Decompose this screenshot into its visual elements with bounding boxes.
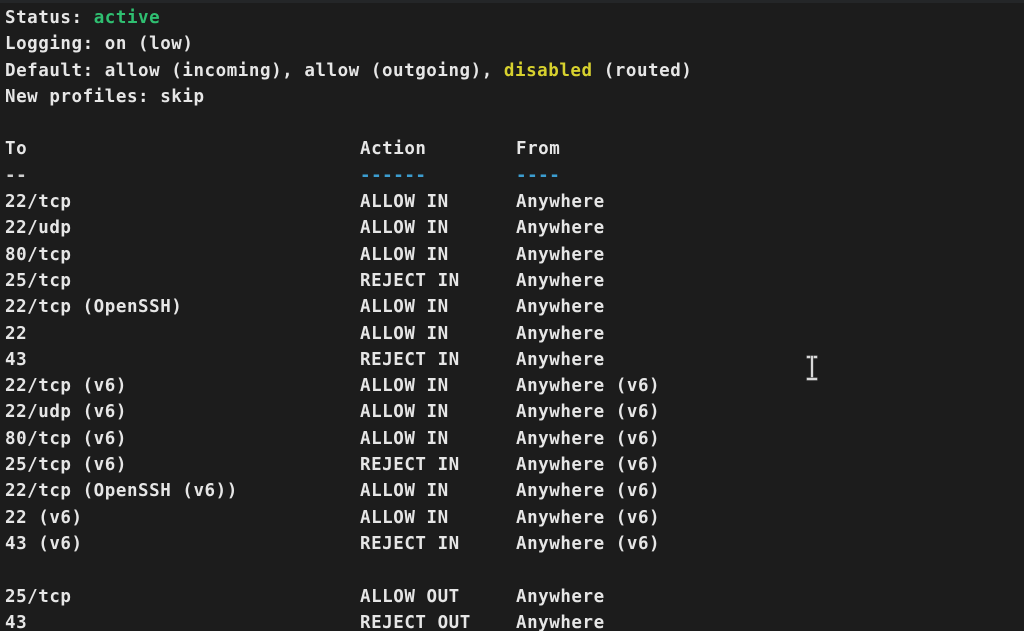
rows_in-action-10: REJECT IN — [360, 455, 460, 476]
rows_out-to-1: 43 — [5, 612, 28, 631]
column-header-action: Action — [360, 139, 427, 160]
rows_in-to-5: 22 — [5, 323, 28, 344]
table-row: 22 ALLOW IN Anywhere — [5, 321, 1024, 347]
rows_in-action-11: ALLOW IN — [360, 481, 449, 502]
rows_out-action-0: ALLOW OUT — [360, 586, 460, 607]
status-value: active — [93, 8, 161, 28]
rows_in-from-13: Anywhere (v6) — [516, 533, 661, 554]
column-header-to: To — [5, 139, 28, 160]
rows_in-from-3: Anywhere — [516, 270, 605, 291]
column-separator-action: ------ — [360, 165, 427, 186]
rows_in-to-11: 22/tcp (OpenSSH (v6)) — [5, 481, 238, 502]
table-row: 22/tcp (OpenSSH (v6)) ALLOW IN Anywhere (v… — [5, 478, 1024, 504]
rows_in-to-7: 22/tcp (v6) — [5, 376, 127, 397]
status-line: Status: active — [5, 5, 1024, 31]
logging-label: Logging: — [5, 34, 94, 55]
rows_in-to-1: 22/udp — [5, 218, 72, 239]
default-incoming-value: allow (incoming), — [104, 60, 294, 81]
rows_in-from-2: Anywhere — [516, 244, 605, 265]
rows_in-from-9: Anywhere (v6) — [516, 428, 661, 449]
rows_in-from-5: Anywhere — [516, 323, 605, 344]
table-row: 22/tcp ALLOW IN Anywhere — [5, 189, 1024, 215]
rows_in-action-4: ALLOW IN — [360, 297, 449, 318]
rows_in-action-5: ALLOW IN — [360, 323, 449, 344]
rows_in-to-12: 22 (v6) — [5, 507, 83, 528]
firewall-rules-outgoing: 25/tcp ALLOW OUT Anywhere 43 REJECT OUT Anywh… — [5, 584, 1024, 631]
rows_in-to-2: 80/tcp — [5, 244, 72, 265]
table-row: 43 REJECT OUT Anywhere — [5, 610, 1024, 631]
table-row: 25/tcp REJECT IN Anywhere — [5, 268, 1024, 294]
terminal-output: Status: active Logging: on (low) Default… — [5, 5, 1024, 631]
rows_in-to-0: 22/tcp — [5, 192, 72, 213]
spacer-line-1 — [5, 110, 1024, 136]
table-row: 22/tcp (OpenSSH) ALLOW IN Anywhere — [5, 294, 1024, 320]
default-routed-value: disabled — [503, 60, 593, 81]
column-separator-to: -- — [5, 165, 28, 186]
rows_in-to-4: 22/tcp (OpenSSH) — [5, 297, 183, 318]
column-header-from: From — [516, 139, 561, 160]
rows_in-to-9: 80/tcp (v6) — [5, 428, 127, 449]
rows_in-action-13: REJECT IN — [360, 533, 460, 554]
rows_out-to-0: 25/tcp — [5, 586, 72, 607]
column-separator-from: ---- — [516, 165, 561, 186]
rows_in-action-6: REJECT IN — [360, 349, 460, 370]
rows_in-from-6: Anywhere — [516, 349, 605, 370]
table-row: 22 (v6) ALLOW IN Anywhere (v6) — [5, 505, 1024, 531]
rows_in-action-1: ALLOW IN — [360, 218, 449, 239]
rows_in-to-3: 25/tcp — [5, 270, 72, 291]
rows_in-from-12: Anywhere (v6) — [516, 507, 661, 528]
table-row: 22/udp (v6) ALLOW IN Anywhere (v6) — [5, 399, 1024, 425]
logging-value: on (low) — [104, 34, 194, 55]
rows_in-to-13: 43 (v6) — [5, 533, 83, 554]
table-row: 22/tcp (v6) ALLOW IN Anywhere (v6) — [5, 373, 1024, 399]
rows_in-action-0: ALLOW IN — [360, 192, 449, 213]
window-top-edge — [0, 0, 1024, 3]
rows_in-from-7: Anywhere (v6) — [516, 376, 661, 397]
rows_in-action-12: ALLOW IN — [360, 507, 449, 528]
rows_in-action-3: REJECT IN — [360, 270, 460, 291]
new-profiles-value: skip — [160, 86, 205, 107]
status-label: Status: — [5, 8, 83, 28]
rows_in-to-6: 43 — [5, 349, 28, 370]
rows_in-action-9: ALLOW IN — [360, 428, 449, 449]
rows_in-from-1: Anywhere — [516, 218, 605, 239]
rows_in-from-0: Anywhere — [516, 192, 605, 213]
new-profiles-label: New profiles: — [5, 86, 150, 107]
table-row: 80/tcp ALLOW IN Anywhere — [5, 242, 1024, 268]
new-profiles-line: New profiles: skip — [5, 84, 1024, 110]
terminal-window[interactable]: Status: active Logging: on (low) Default… — [0, 0, 1024, 631]
table-separator-row: -- ------ ---- — [5, 163, 1024, 189]
rows_in-to-8: 22/udp (v6) — [5, 402, 127, 423]
table-row: 25/tcp ALLOW OUT Anywhere — [5, 584, 1024, 610]
default-label: Default: — [5, 60, 94, 81]
table-row: 80/tcp (v6) ALLOW IN Anywhere (v6) — [5, 426, 1024, 452]
rows_in-action-8: ALLOW IN — [360, 402, 449, 423]
default-policy-line: Default: allow (incoming), allow (outgoi… — [5, 58, 1024, 84]
table-row: 43 REJECT IN Anywhere — [5, 347, 1024, 373]
rows_in-action-2: ALLOW IN — [360, 244, 449, 265]
default-routed-suffix: (routed) — [603, 60, 693, 81]
rows_in-from-4: Anywhere — [516, 297, 605, 318]
firewall-rules-incoming: 22/tcp ALLOW IN Anywhere 22/udp ALLOW IN Anyw… — [5, 189, 1024, 557]
rows_in-to-10: 25/tcp (v6) — [5, 455, 127, 476]
rows_out-from-0: Anywhere — [516, 586, 605, 607]
table-row: 22/udp ALLOW IN Anywhere — [5, 215, 1024, 241]
rows_in-from-11: Anywhere (v6) — [516, 481, 661, 502]
table-header-row: To Action From — [5, 136, 1024, 162]
logging-line: Logging: on (low) — [5, 31, 1024, 57]
rows_out-action-1: REJECT OUT — [360, 612, 471, 631]
default-outgoing-value: allow (outgoing), — [304, 60, 493, 81]
table-row: 25/tcp (v6) REJECT IN Anywhere (v6) — [5, 452, 1024, 478]
rows_out-from-1: Anywhere — [516, 612, 605, 631]
spacer-line-2 — [5, 557, 1024, 583]
table-row: 43 (v6) REJECT IN Anywhere (v6) — [5, 531, 1024, 557]
rows_in-from-8: Anywhere (v6) — [516, 402, 661, 423]
rows_in-from-10: Anywhere (v6) — [516, 455, 661, 476]
rows_in-action-7: ALLOW IN — [360, 376, 449, 397]
